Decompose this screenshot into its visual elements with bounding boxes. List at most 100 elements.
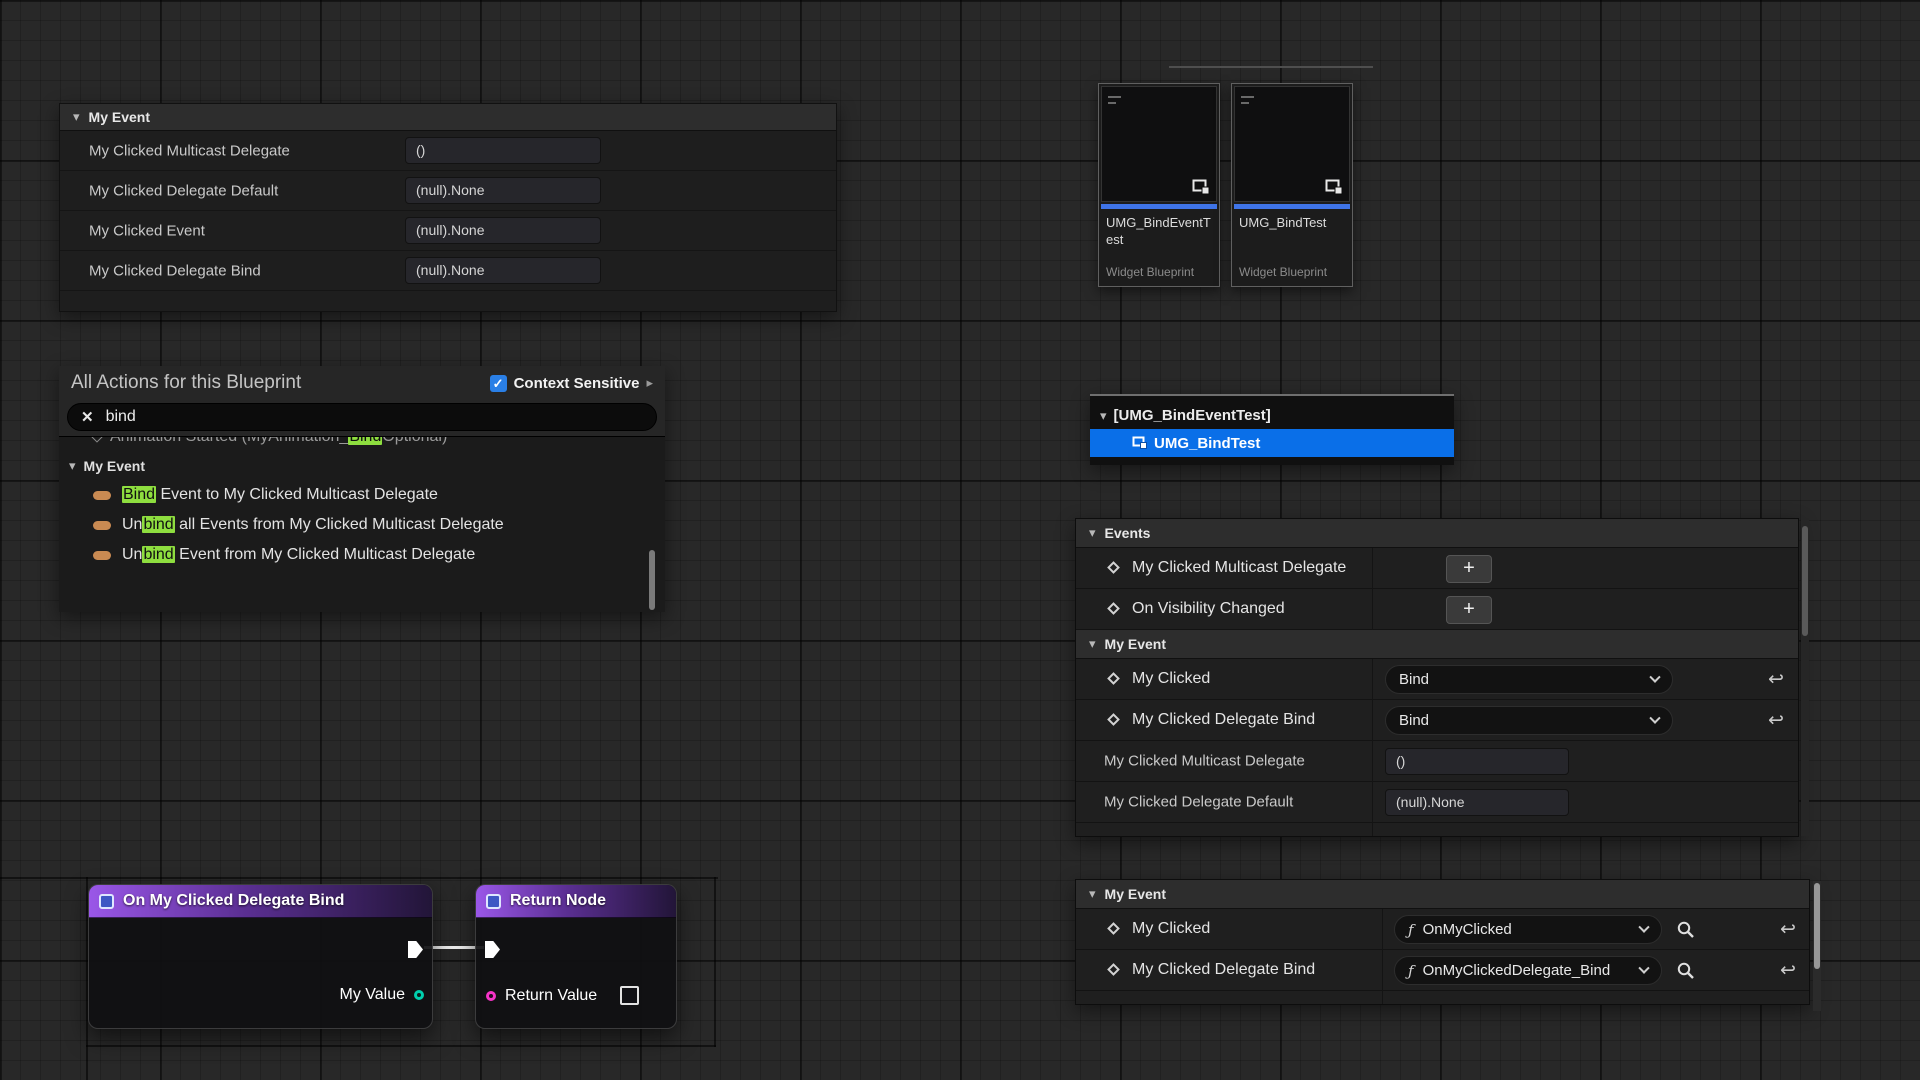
node-header[interactable]: Return Node (476, 885, 676, 918)
panel-edge-line (1169, 66, 1373, 68)
property-value-field[interactable]: () (405, 137, 601, 164)
action-item-bind-event[interactable]: Bind Event to My Clicked Multicast Deleg… (59, 480, 665, 510)
property-value-field[interactable]: (null).None (405, 217, 601, 244)
browse-to-function-icon[interactable] (1676, 920, 1695, 939)
event-dispatcher-icon (1107, 713, 1120, 726)
scrollbar-thumb[interactable] (1802, 526, 1808, 636)
my-value-output-pin[interactable] (414, 990, 424, 1000)
actions-menu-header: All Actions for this Blueprint ✓ Context… (59, 366, 665, 400)
search-bar[interactable]: ✕ bind (67, 403, 657, 431)
function-dropdown[interactable]: ƒ OnMyClickedDelegate_Bind (1394, 956, 1662, 985)
hierarchy-item-selected[interactable]: UMG_BindTest (1090, 429, 1454, 457)
delegate-icon (93, 521, 111, 530)
reset-to-default-icon[interactable]: ↩ (1768, 668, 1784, 690)
reset-to-default-icon[interactable]: ↩ (1780, 918, 1796, 940)
category-header-my-event[interactable]: ▾ My Event (1076, 630, 1798, 659)
category-label: Events (1105, 525, 1151, 541)
exec-input-pin[interactable] (485, 941, 500, 958)
function-bind-row: My Clicked Delegate Bind ƒ OnMyClickedDe… (1076, 950, 1809, 991)
function-icon: ƒ (1408, 962, 1414, 980)
property-label: My Clicked (1132, 920, 1210, 938)
scrollbar-track[interactable] (1813, 881, 1821, 1011)
collapse-arrow-icon[interactable]: ▾ (1089, 525, 1096, 541)
property-label: My Clicked Delegate Bind (89, 262, 261, 279)
node-return-node[interactable]: Return Node Return Value (475, 884, 677, 1029)
collapse-arrow-icon[interactable]: ▾ (73, 109, 80, 125)
add-event-button[interactable]: + (1446, 555, 1492, 583)
node-on-my-clicked-delegate-bind[interactable]: On My Clicked Delegate Bind My Value (88, 884, 433, 1029)
exec-output-pin[interactable] (408, 941, 423, 958)
dropdown-value: OnMyClicked (1423, 921, 1512, 938)
scrollbar-thumb[interactable] (649, 550, 655, 610)
asset-thumbnail[interactable] (1234, 86, 1350, 202)
event-dispatcher-icon (1107, 963, 1120, 976)
actions-result-list: Animation Started (MyAnimation_BindOptio… (59, 436, 665, 612)
clear-search-icon[interactable]: ✕ (81, 408, 94, 426)
search-input[interactable]: bind (106, 408, 136, 426)
reset-to-default-icon[interactable]: ↩ (1780, 959, 1796, 981)
browse-to-function-icon[interactable] (1676, 961, 1695, 980)
category-header-my-event[interactable]: ▾ My Event (60, 104, 836, 131)
node-title: Return Node (510, 892, 606, 910)
asset-tile-umg-bindtest[interactable]: UMG_BindTest Widget Blueprint (1231, 83, 1353, 287)
property-label: My Clicked Multicast Delegate (89, 142, 290, 159)
return-value-checkbox[interactable] (620, 986, 639, 1005)
return-value-input-pin[interactable] (486, 991, 496, 1001)
dropdown-value: Bind (1399, 671, 1429, 688)
category-label: My Event (1105, 886, 1166, 902)
actions-category-my-event[interactable]: ▾ My Event (59, 452, 665, 480)
thumbnail-detail (1108, 96, 1121, 98)
property-row: My Clicked Multicast Delegate () (1076, 741, 1798, 782)
event-icon (91, 437, 102, 443)
category-header-events[interactable]: ▾ Events (1076, 519, 1798, 548)
node-header[interactable]: On My Clicked Delegate Bind (89, 885, 432, 918)
dropdown-value: Bind (1399, 712, 1429, 729)
property-label: My Clicked Multicast Delegate (1104, 753, 1305, 770)
property-label: My Clicked (1132, 670, 1210, 688)
expand-arrow-icon[interactable]: ▸ (646, 375, 653, 391)
collapse-arrow-icon[interactable]: ▾ (69, 458, 76, 474)
collapse-arrow-icon[interactable]: ▾ (1089, 886, 1096, 902)
event-dispatcher-icon (1107, 602, 1120, 615)
delegate-icon (93, 491, 111, 500)
property-value-field[interactable]: (null).None (405, 177, 601, 204)
chevron-down-icon (1638, 962, 1649, 973)
actions-menu-title: All Actions for this Blueprint (71, 372, 301, 394)
scrollbar-track[interactable] (1801, 518, 1809, 836)
category-header-my-event[interactable]: ▾ My Event (1076, 880, 1809, 909)
property-value-field[interactable]: () (1385, 748, 1569, 775)
hierarchy-root-item[interactable]: ▾ [UMG_BindEventTest] (1090, 402, 1454, 429)
function-dropdown[interactable]: ƒ OnMyClicked (1394, 915, 1662, 944)
clipped-action-item[interactable]: Animation Started (MyAnimation_BindOptio… (59, 437, 665, 452)
asset-thumbnail[interactable] (1101, 86, 1217, 202)
collapse-arrow-icon[interactable]: ▾ (1089, 636, 1096, 652)
property-label: My Clicked Event (89, 222, 205, 239)
pin-label: Return Value (505, 987, 597, 1005)
action-item-unbind-all[interactable]: Unbind all Events from My Clicked Multic… (59, 510, 665, 540)
graph-guide-line (0, 877, 718, 879)
context-sensitive-label: Context Sensitive (514, 375, 640, 392)
bind-dropdown[interactable]: Bind (1385, 665, 1673, 694)
delegate-icon (93, 551, 111, 560)
details-panel-my-event: ▾ My Event My Clicked Multicast Delegate… (59, 103, 837, 312)
asset-name: UMG_BindEventTest (1099, 209, 1219, 249)
action-item-unbind-event[interactable]: Unbind Event from My Clicked Multicast D… (59, 540, 665, 570)
output-pin-row: My Value (339, 986, 424, 1004)
thumbnail-detail (1108, 102, 1116, 104)
property-value-field[interactable]: (null).None (1385, 789, 1569, 816)
multicast-delegate-icon (1107, 561, 1120, 574)
asset-type-label: Widget Blueprint (1106, 265, 1194, 279)
asset-tile-umg-bindeventtest[interactable]: UMG_BindEventTest Widget Blueprint (1098, 83, 1220, 287)
property-label: My Clicked Delegate Default (1104, 794, 1293, 811)
property-label: My Clicked Delegate Default (89, 182, 278, 199)
add-event-button[interactable]: + (1446, 596, 1492, 624)
graph-guide-line (714, 877, 716, 1047)
property-value-field[interactable]: (null).None (405, 257, 601, 284)
collapse-arrow-icon[interactable]: ▾ (1100, 408, 1107, 424)
context-sensitive-checkbox[interactable]: ✓ (490, 375, 507, 392)
property-row: My Clicked Delegate Default (null).None (60, 171, 836, 211)
bind-dropdown[interactable]: Bind (1385, 706, 1673, 735)
reset-to-default-icon[interactable]: ↩ (1768, 709, 1784, 731)
scrollbar-thumb[interactable] (1814, 883, 1820, 969)
event-row: On Visibility Changed + (1076, 589, 1798, 630)
